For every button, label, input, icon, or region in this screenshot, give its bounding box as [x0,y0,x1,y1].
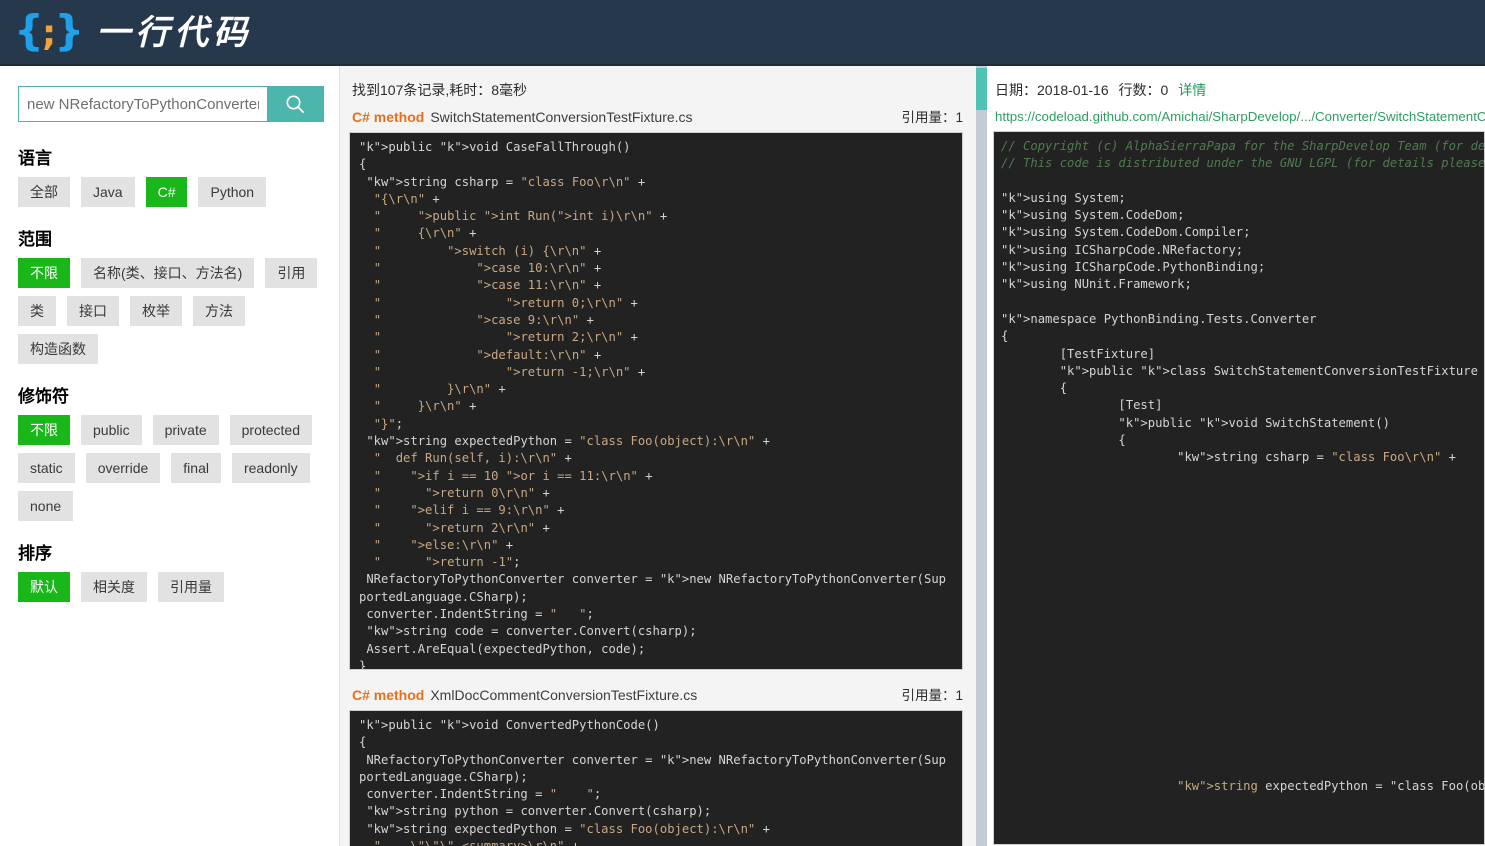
chip-language-csharp[interactable]: C# [145,177,188,207]
search-icon [286,95,304,113]
facet-title: 语言 [18,149,52,168]
search-input[interactable] [19,87,267,121]
result-citation-count: 引用量：1 [901,110,963,125]
search-button[interactable] [267,87,323,121]
chip-sort-default[interactable]: 默认 [18,572,70,602]
results-scrollbar[interactable] [976,66,987,846]
chip-modifier-readonly[interactable]: readonly [231,453,310,483]
site-logo[interactable]: {;} 一行代码 [14,4,252,53]
facet-language: 语言 全部 Java C# Python [18,144,321,207]
detail-lines: 行数：0 [1118,82,1169,98]
result-header: C# method XmlDocCommentConversionTestFix… [352,684,963,704]
result-language-tag: C# method [352,109,425,125]
facet-modifier: 修饰符 不限 public private protected static o… [18,382,321,521]
facet-options: 不限 名称(类、接口、方法名) 引用 类 接口 枚举 方法 构造函数 [18,258,321,364]
facet-scope: 范围 不限 名称(类、接口、方法名) 引用 类 接口 枚举 方法 构造函数 [18,225,321,364]
facet-options: 全部 Java C# Python [18,177,321,207]
chip-modifier-private[interactable]: private [152,415,219,445]
facet-title: 修饰符 [18,387,69,406]
chip-scope-class[interactable]: 类 [18,296,56,326]
chip-scope-name[interactable]: 名称(类、接口、方法名) [81,258,255,288]
detail-code-text: // Copyright (c) AlphaSierraPapa for the… [1001,139,1485,793]
detail-code-block[interactable]: // Copyright (c) AlphaSierraPapa for the… [993,131,1485,845]
detail-more-link[interactable]: 详情 [1178,82,1206,98]
facet-title: 排序 [18,544,52,563]
chip-scope-any[interactable]: 不限 [18,258,70,288]
detail-panel: 日期：2018-01-16 行数：0 详情 https://codeload.g… [987,66,1485,846]
result-filename[interactable]: SwitchStatementConversionTestFixture.cs [430,109,692,125]
chip-scope-enum[interactable]: 枚举 [130,296,182,326]
facet-options: 默认 相关度 引用量 [18,572,321,602]
result-code-block[interactable]: "k">public "k">void ConvertedPythonCode(… [349,710,963,846]
chip-modifier-none[interactable]: none [18,491,74,521]
result-code-text: "k">public "k">void ConvertedPythonCode(… [359,718,947,846]
chip-modifier-final[interactable]: final [171,453,221,483]
chip-modifier-protected[interactable]: protected [229,415,312,445]
code-brackets-icon: {;} [14,9,84,54]
site-title: 一行代码 [96,13,253,53]
sidebar: 语言 全部 Java C# Python 范围 不限 名称(类、接口、方法名) … [0,66,340,846]
app-header: {;} 一行代码 [0,0,1485,66]
chip-scope-reference[interactable]: 引用 [265,258,318,288]
chip-modifier-override[interactable]: override [85,453,161,483]
chip-modifier-static[interactable]: static [18,453,75,483]
results-scrollbar-thumb[interactable] [976,68,987,110]
facet-options: 不限 public private protected static overr… [18,415,321,521]
chip-language-all[interactable]: 全部 [18,177,70,207]
result-header: C# method SwitchStatementConversionTestF… [352,106,963,126]
detail-date: 日期：2018-01-16 [995,82,1109,98]
results-panel: 找到107条记录,耗时：8毫秒 C# method SwitchStatemen… [340,66,976,846]
chip-scope-method[interactable]: 方法 [193,296,245,326]
chip-modifier-public[interactable]: public [81,415,142,445]
chip-language-java[interactable]: Java [81,177,135,207]
result-summary: 找到107条记录,耗时：8毫秒 [352,82,528,98]
result-language-tag: C# method [352,687,425,703]
search-bar [18,86,324,122]
result-filename[interactable]: XmlDocCommentConversionTestFixture.cs [430,687,697,703]
chip-scope-interface[interactable]: 接口 [67,296,119,326]
semicolon-icon: ; [41,12,56,54]
chip-language-python[interactable]: Python [198,177,267,207]
brace-left: { [14,5,44,55]
result-code-block[interactable]: "k">public "k">void CaseFallThrough() { … [349,132,963,670]
result-citation-count: 引用量：1 [901,688,963,703]
detail-meta: 日期：2018-01-16 行数：0 详情 [995,80,1485,100]
chip-sort-citations[interactable]: 引用量 [158,572,224,602]
detail-source-url[interactable]: https://codeload.github.com/Amichai/Shar… [995,109,1485,124]
brace-right: } [54,5,84,55]
facet-title: 范围 [18,230,52,249]
facet-sort: 排序 默认 相关度 引用量 [18,539,321,602]
chip-sort-relevance[interactable]: 相关度 [81,572,147,602]
chip-scope-constructor[interactable]: 构造函数 [18,334,98,364]
result-code-text: "k">public "k">void CaseFallThrough() { … [359,140,947,670]
chip-modifier-any[interactable]: 不限 [18,415,70,445]
